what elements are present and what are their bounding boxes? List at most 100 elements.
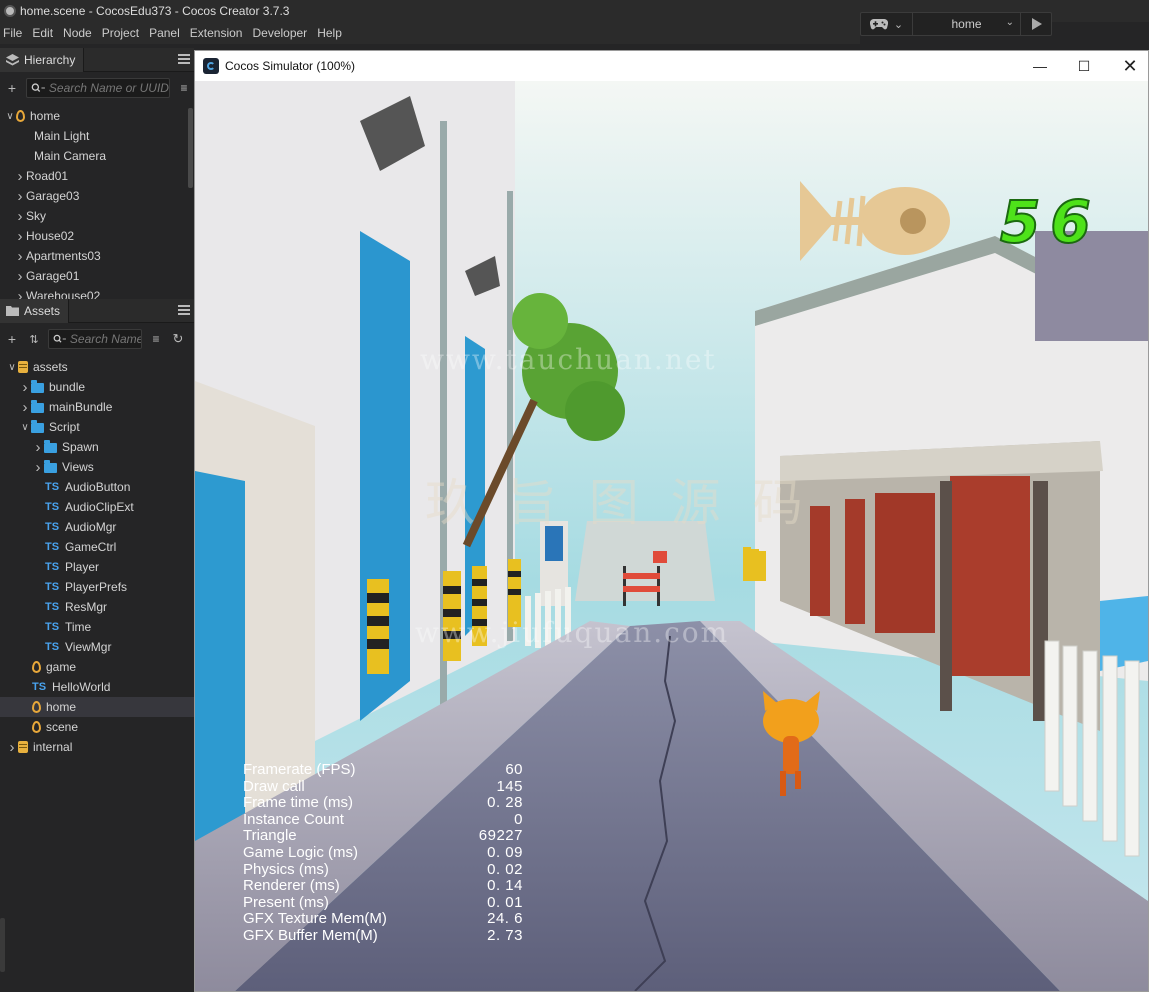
panel-menu-icon[interactable] <box>178 305 190 315</box>
asset-item[interactable]: ∨ assets <box>0 357 194 377</box>
hierarchy-node[interactable]: › Garage01 <box>0 266 194 286</box>
search-icon[interactable] <box>53 333 66 345</box>
menu-extension[interactable]: Extension <box>187 26 250 40</box>
watermark-text-3: www.jiufuquan.com <box>415 616 730 649</box>
hierarchy-panel-header: Hierarchy <box>0 47 194 72</box>
watermark-text-1: www.tauchuan.net <box>420 343 717 376</box>
list-view-icon[interactable]: ≡ <box>148 332 164 346</box>
stat-value: 145 <box>496 777 523 795</box>
asset-item[interactable]: TS AudioButton <box>0 477 194 497</box>
add-asset-icon[interactable]: + <box>4 331 20 347</box>
menu-edit[interactable]: Edit <box>29 26 60 40</box>
asset-item[interactable]: home <box>0 697 194 717</box>
hierarchy-node-label: Garage01 <box>26 269 80 283</box>
preview-platform-select[interactable]: ⌄ <box>861 13 913 35</box>
asset-item-label: AudioButton <box>65 480 131 494</box>
asset-item[interactable]: TS PlayerPrefs <box>0 577 194 597</box>
menu-panel[interactable]: Panel <box>146 26 187 40</box>
chevron-right-icon[interactable]: › <box>19 379 31 396</box>
gamepad-icon <box>869 18 888 30</box>
asset-item[interactable]: › Spawn <box>0 437 194 457</box>
stat-row: Framerate (FPS) 60 <box>243 761 523 779</box>
chevron-down-icon[interactable]: ∨ <box>19 422 31 433</box>
tab-assets[interactable]: Assets <box>0 298 70 323</box>
chevron-right-icon[interactable]: › <box>14 248 26 265</box>
typescript-icon: TS <box>45 561 60 573</box>
stat-row: Triangle 69227 <box>243 828 523 845</box>
folder-icon <box>31 380 44 393</box>
chevron-right-icon[interactable]: › <box>19 399 31 416</box>
chevron-right-icon[interactable]: › <box>32 439 44 456</box>
panel-menu-icon[interactable] <box>178 54 190 64</box>
tab-hierarchy[interactable]: Hierarchy <box>0 47 85 72</box>
hierarchy-node[interactable]: Main Light <box>0 126 194 146</box>
collapse-list-icon[interactable]: ≡ <box>176 81 192 95</box>
chevron-right-icon[interactable]: › <box>6 739 18 756</box>
hierarchy-node[interactable]: › Road01 <box>0 166 194 186</box>
asset-item[interactable]: ∨ Script <box>0 417 194 437</box>
refresh-icon[interactable]: ↻ <box>170 331 186 347</box>
asset-item[interactable]: › Views <box>0 457 194 477</box>
asset-item[interactable]: TS AudioMgr <box>0 517 194 537</box>
assets-search-input[interactable] <box>69 332 141 346</box>
chevron-right-icon[interactable]: › <box>14 228 26 245</box>
simulator-title-bar: Cocos Simulator (100%) — ☐ ✕ <box>195 51 1148 81</box>
menu-node[interactable]: Node <box>60 26 99 40</box>
hierarchy-node[interactable]: Main Camera <box>0 146 194 166</box>
hierarchy-search-input[interactable] <box>48 81 169 95</box>
chevron-right-icon[interactable]: › <box>14 188 26 205</box>
asset-item[interactable]: TS AudioClipExt <box>0 497 194 517</box>
asset-item[interactable]: TS HelloWorld <box>0 677 194 697</box>
chevron-right-icon[interactable]: › <box>14 208 26 225</box>
play-button[interactable] <box>1021 13 1051 35</box>
fish-score: 56 <box>999 187 1101 257</box>
watermark-text-2: 玖 旨 图 源 码 <box>425 474 811 532</box>
hierarchy-node[interactable]: › Garage03 <box>0 186 194 206</box>
search-icon[interactable] <box>31 82 45 94</box>
asset-item[interactable]: › bundle <box>0 377 194 397</box>
play-icon <box>1032 18 1042 30</box>
hierarchy-node[interactable]: ∨ home <box>0 106 194 126</box>
close-button[interactable]: ✕ <box>1107 51 1149 81</box>
asset-item[interactable]: TS ResMgr <box>0 597 194 617</box>
asset-item[interactable]: TS ViewMgr <box>0 637 194 657</box>
hierarchy-node[interactable]: › House02 <box>0 226 194 246</box>
menu-developer[interactable]: Developer <box>249 26 314 40</box>
hierarchy-tree: ∨ home Main Light Main Camera › Road01 › Garage… <box>0 106 194 300</box>
simulator-title: Cocos Simulator (100%) <box>225 59 356 73</box>
hierarchy-node[interactable]: › Apartments03 <box>0 246 194 266</box>
stat-row: Present (ms) 0. 01 <box>243 894 523 912</box>
menu-file[interactable]: File <box>0 26 29 40</box>
stat-value: 60 <box>505 761 523 778</box>
menu-project[interactable]: Project <box>99 26 146 40</box>
chevron-right-icon[interactable]: › <box>14 268 26 285</box>
asset-item[interactable]: scene <box>0 717 194 737</box>
hierarchy-toolbar: + ≡ <box>0 75 194 101</box>
database-icon <box>18 741 28 753</box>
asset-item[interactable]: TS GameCtrl <box>0 537 194 557</box>
chevron-right-icon[interactable]: › <box>32 459 44 476</box>
menu-help[interactable]: Help <box>314 26 349 40</box>
sort-icon[interactable]: ⇅ <box>26 333 42 346</box>
asset-item-label: ViewMgr <box>65 640 112 654</box>
asset-item[interactable]: TS Time <box>0 617 194 637</box>
add-node-icon[interactable]: + <box>4 80 20 96</box>
asset-item[interactable]: TS Player <box>0 557 194 577</box>
chevron-down-icon[interactable]: ∨ <box>6 362 18 373</box>
cocos-app-icon <box>4 5 16 17</box>
asset-item-label: bundle <box>49 380 86 394</box>
preview-scene-select[interactable]: home ⌄ <box>913 13 1021 35</box>
stat-row: Draw call 145 <box>243 777 523 796</box>
hierarchy-node[interactable]: › Sky <box>0 206 194 226</box>
window-title: home.scene - CocosEdu373 - Cocos Creator… <box>20 4 290 18</box>
hierarchy-scrollbar[interactable] <box>188 108 193 188</box>
minimize-button[interactable]: — <box>1017 51 1063 81</box>
asset-item[interactable]: › mainBundle <box>0 397 194 417</box>
asset-item[interactable]: › internal <box>0 737 194 757</box>
stat-value: 0. 09 <box>487 843 523 861</box>
maximize-button[interactable]: ☐ <box>1061 51 1107 81</box>
chevron-right-icon[interactable]: › <box>14 168 26 185</box>
asset-item[interactable]: game <box>0 657 194 677</box>
chevron-down-icon[interactable]: ∨ <box>4 111 16 122</box>
game-viewport[interactable]: 56 www.tauchuan.net 玖 旨 图 源 码 www.jiufuq… <box>195 81 1148 991</box>
